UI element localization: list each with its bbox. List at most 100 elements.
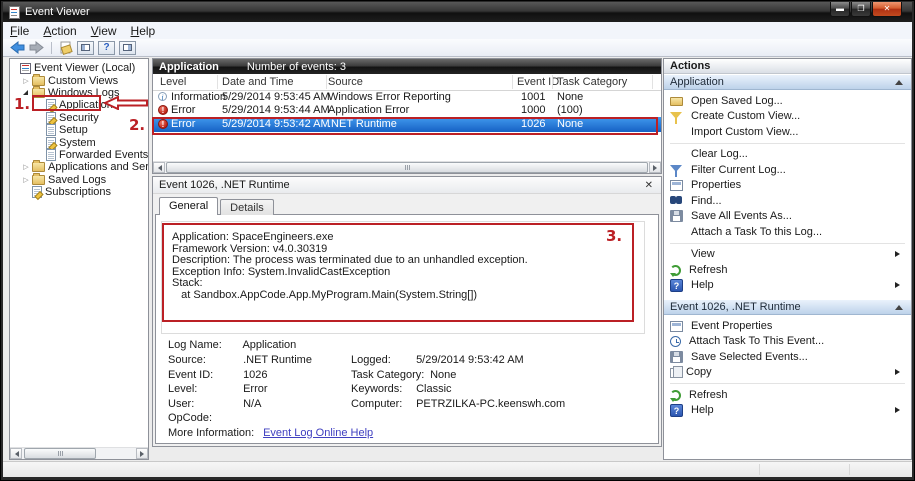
minimize-button[interactable]: ▬ (830, 2, 850, 17)
field-value-logged: 5/29/2014 9:53:42 AM (416, 354, 524, 366)
menu-file[interactable]: File (3, 23, 36, 39)
funnel-blue-icon (670, 165, 682, 172)
action-filter-current-log[interactable]: Filter Current Log... (664, 162, 911, 178)
tree-item-subscriptions[interactable]: Subscriptions (10, 186, 148, 198)
tree-item-event-viewer-local[interactable]: Event Viewer (Local) (10, 62, 148, 74)
floppy-disk-icon (670, 210, 683, 222)
properties-icon (670, 321, 683, 332)
scroll-left-icon[interactable] (10, 448, 22, 459)
menu-view[interactable]: View (84, 23, 124, 39)
tree-item-system[interactable]: System (10, 136, 148, 148)
tab-details[interactable]: Details (220, 199, 274, 215)
menu-action[interactable]: Action (36, 23, 83, 39)
event-row-error-1026-selected[interactable]: ! Error 5/29/2014 9:53:42 AM .NET Runtim… (153, 117, 661, 132)
tree-item-custom-views[interactable]: ▷ Custom Views (10, 74, 148, 86)
event-row-error-1000[interactable]: ! Error 5/29/2014 9:53:44 AM Application… (153, 104, 661, 117)
help-icon: ? (670, 279, 683, 292)
field-label-user: User: (168, 398, 240, 410)
action-attach-a-task-to-this-log[interactable]: Attach a Task To this Log... (664, 224, 911, 240)
action-find[interactable]: Find... (664, 193, 911, 209)
tree-item-setup[interactable]: Setup (10, 124, 148, 136)
information-icon: i (158, 92, 167, 101)
field-label-opcode: OpCode: (168, 412, 240, 424)
expander-collapsed-icon[interactable]: ▷ (20, 163, 32, 171)
window-title: Event Viewer (25, 6, 90, 18)
action-help-event[interactable]: ? Help (664, 403, 911, 419)
tab-general[interactable]: General (159, 197, 218, 215)
tree-item-applications-and-services-logs[interactable]: ▷ Applications and Services Lo (10, 161, 148, 173)
export-list-icon[interactable] (59, 41, 73, 55)
error-icon: ! (158, 105, 168, 115)
event-description-text: Application: SpaceEngineers.exe Framewor… (162, 222, 644, 302)
scroll-right-icon[interactable] (649, 162, 661, 173)
action-open-saved-log[interactable]: Open Saved Log... (664, 93, 911, 109)
expander-collapsed-icon[interactable]: ▷ (20, 77, 32, 85)
column-task-category[interactable]: Task Category (557, 76, 627, 88)
preview-close-icon[interactable]: ✕ (645, 180, 653, 191)
action-save-selected-events[interactable]: Save Selected Events... (664, 349, 911, 365)
maximize-button[interactable]: ❐ (851, 2, 871, 17)
event-log-online-help-link[interactable]: Event Log Online Help (263, 427, 373, 439)
events-horizontal-scrollbar[interactable] (153, 161, 661, 173)
tree-item-saved-logs[interactable]: ▷ Saved Logs (10, 174, 148, 186)
scrollbar-thumb[interactable] (24, 448, 96, 459)
action-attach-task-to-this-event[interactable]: Attach Task To This Event... (664, 334, 911, 350)
blank-icon (670, 225, 683, 238)
field-label-log-name: Log Name: (168, 339, 240, 351)
field-value-level: Error (243, 383, 267, 395)
close-button[interactable]: ✕ (872, 2, 902, 17)
forward-icon[interactable] (29, 41, 44, 54)
action-properties[interactable]: Properties (664, 178, 911, 194)
blank-icon (670, 125, 683, 138)
scrollbar-thumb[interactable] (166, 162, 648, 173)
column-date-time[interactable]: Date and Time (222, 76, 294, 88)
copy-icon (670, 368, 678, 378)
action-help[interactable]: ? Help (664, 278, 911, 294)
event-description-box[interactable]: Application: SpaceEngineers.exe Framewor… (161, 221, 645, 334)
title-bar[interactable]: Event Viewer ▬ ❐ ✕ (3, 2, 912, 22)
log-icon (46, 112, 56, 124)
scroll-left-icon[interactable] (153, 162, 165, 173)
workspace: Event Viewer (Local) ▷ Custom Views Wind… (3, 57, 912, 461)
help-toolbar-icon[interactable]: ? (98, 41, 115, 55)
field-label-event-id: Event ID: (168, 369, 240, 381)
back-icon[interactable] (10, 41, 25, 54)
console-tree-panel: Event Viewer (Local) ▷ Custom Views Wind… (9, 58, 149, 460)
expander-collapsed-icon[interactable]: ▷ (20, 176, 32, 184)
field-label-level: Level: (168, 383, 240, 395)
actions-section-application[interactable]: Application (664, 74, 911, 90)
action-clear-log[interactable]: Clear Log... (664, 147, 911, 163)
action-refresh[interactable]: Refresh (664, 262, 911, 278)
menu-bar: File Action View Help (3, 22, 912, 39)
action-event-properties[interactable]: Event Properties (664, 318, 911, 334)
column-source[interactable]: Source (328, 76, 363, 88)
action-copy[interactable]: Copy (664, 365, 911, 381)
scroll-right-icon[interactable] (136, 448, 148, 459)
actions-section-event-1026[interactable]: Event 1026, .NET Runtime (664, 299, 911, 315)
events-list-panel: Application Number of events: 3 Level Da… (152, 58, 662, 174)
action-save-all-events-as[interactable]: Save All Events As... (664, 209, 911, 225)
action-view[interactable]: View (664, 247, 911, 263)
tree-item-forwarded-events[interactable]: Forwarded Events (10, 149, 148, 161)
field-label-computer: Computer: (351, 398, 413, 410)
blank-icon (670, 248, 683, 261)
tree-horizontal-scrollbar[interactable] (10, 447, 148, 459)
blank-icon (670, 148, 683, 161)
column-level[interactable]: Level (160, 76, 186, 88)
column-headers[interactable]: Level Date and Time Source Event ID Task… (153, 74, 661, 91)
collapse-icon[interactable] (895, 301, 903, 310)
field-value-event-id: 1026 (243, 369, 267, 381)
log-icon (46, 149, 56, 161)
collapse-icon[interactable] (895, 76, 903, 85)
field-label-task-category: Task Category: (351, 369, 427, 381)
tree-item-security[interactable]: Security (10, 112, 148, 124)
action-import-custom-view[interactable]: Import Custom View... (664, 124, 911, 140)
action-pane-toggle-icon[interactable] (119, 41, 136, 55)
action-create-custom-view[interactable]: Create Custom View... (664, 109, 911, 125)
event-row-information-1001[interactable]: i Information 5/29/2014 9:53:45 AM Windo… (153, 91, 661, 104)
actions-pane: Actions Application Open Saved Log... Cr… (663, 58, 912, 460)
submenu-arrow-icon (895, 369, 903, 375)
action-refresh-event[interactable]: Refresh (664, 387, 911, 403)
console-tree-toggle-icon[interactable] (77, 41, 94, 55)
menu-help[interactable]: Help (124, 23, 163, 39)
